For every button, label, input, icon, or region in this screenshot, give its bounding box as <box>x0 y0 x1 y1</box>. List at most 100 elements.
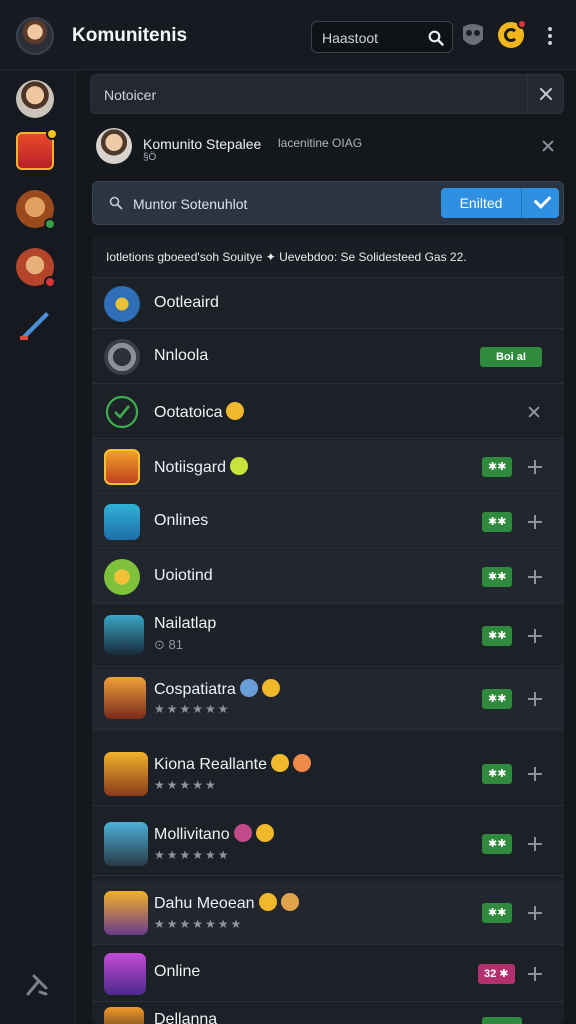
add-icon[interactable] <box>528 906 542 920</box>
add-icon[interactable] <box>528 692 542 706</box>
list-item-title: Ootleaird <box>154 294 219 311</box>
list-item-title: Nnloola <box>154 347 209 364</box>
list-item[interactable]: Onlines ✱✱ <box>92 495 564 549</box>
star-rating: ★★★★★★ <box>154 848 231 862</box>
add-icon[interactable] <box>528 767 542 781</box>
add-icon[interactable] <box>528 837 542 851</box>
star-rating: ★★★★★ <box>154 778 218 792</box>
list-item[interactable]: Ootatoica <box>92 385 564 439</box>
status-badge: 32 ✱ <box>478 964 515 984</box>
add-icon[interactable] <box>528 629 542 643</box>
filter-bar[interactable]: Muntor Sotenuhlot Enilted <box>92 181 564 225</box>
search-box[interactable] <box>311 21 453 53</box>
add-icon[interactable] <box>528 967 542 981</box>
search-icon[interactable] <box>428 30 444 46</box>
rail-avatar-2[interactable] <box>16 190 56 230</box>
add-icon[interactable] <box>528 515 542 529</box>
emoji-icon <box>239 679 258 697</box>
emoji-icon <box>258 893 277 911</box>
emoji-icon <box>261 679 280 697</box>
list-item-title: Dellanna <box>154 1011 218 1024</box>
notification-icon[interactable] <box>498 19 527 48</box>
profile-meta: lacenitine OIAG <box>278 136 363 150</box>
list-item[interactable]: Notiisgard ✱✱ <box>92 440 564 494</box>
add-icon[interactable] <box>528 460 542 474</box>
filter-enable-button[interactable]: Enilted <box>441 188 521 218</box>
user-avatar[interactable] <box>16 17 54 55</box>
rail-avatar-3[interactable] <box>16 248 56 288</box>
emoji-icon <box>270 754 289 772</box>
list-item[interactable]: Online 32 ✱ <box>92 946 564 1002</box>
emoji-icon <box>230 457 249 475</box>
filter-text: Muntor Sotenuhlot <box>133 196 248 212</box>
list-item-title: Cospatiatra <box>154 679 280 699</box>
notification-dot <box>517 19 527 29</box>
list-item-title: Nailatlap <box>154 615 217 632</box>
emoji-icon <box>233 824 252 842</box>
notice-bar: Notoicer <box>90 74 564 114</box>
game-list: Iotletions ɡboeed'soh Souitye ✦ Uevebdoo… <box>92 236 564 1024</box>
mask-icon[interactable] <box>459 21 487 51</box>
profile-avatar[interactable] <box>96 128 132 164</box>
game-icon <box>104 615 144 655</box>
list-item-title: Kiona Reallante <box>154 754 311 774</box>
list-item[interactable]: Uoiotind ✱✱ <box>92 550 564 604</box>
game-icon <box>104 559 140 595</box>
game-icon <box>104 449 140 485</box>
notice-close-button[interactable] <box>527 75 563 113</box>
list-item[interactable]: Mollivitano ★★★★★★ ✱✱ <box>92 812 564 876</box>
status-badge: Boi aI <box>480 347 542 367</box>
game-icon <box>104 286 140 322</box>
list-item[interactable]: Cospatiatra ★★★★★★ ✱✱ <box>92 668 564 730</box>
add-icon[interactable] <box>528 570 542 584</box>
list-item[interactable]: Nnloola Boi aI <box>92 330 564 384</box>
profile-close-icon[interactable] <box>542 140 554 152</box>
status-badge: ✱✱ <box>482 457 513 477</box>
check-circle-icon <box>105 395 139 429</box>
game-icon <box>104 1007 144 1024</box>
close-icon[interactable] <box>539 87 553 101</box>
status-badge: ✱✱ <box>482 903 513 923</box>
list-item[interactable]: Dellanna <box>92 1003 564 1024</box>
left-rail <box>0 70 76 1024</box>
search-input[interactable] <box>322 30 422 46</box>
game-icon <box>104 504 140 540</box>
list-item-title: Dahu Meoean <box>154 893 299 913</box>
emoji-icon <box>226 402 245 420</box>
list-item[interactable]: Ootleaird <box>92 279 564 329</box>
game-icon <box>104 953 146 995</box>
list-item-title: Ootatoica <box>154 402 245 422</box>
list-item[interactable]: Dahu Meoean ★★★★★★★ ✱✱ <box>92 881 564 945</box>
main-panel: Notoicer Komunito Stepalee §Ö lacenitine… <box>90 72 566 1024</box>
status-badge: ✱✱ <box>482 512 513 532</box>
filter-confirm-button[interactable] <box>521 188 559 218</box>
status-badge: ✱✱ <box>482 764 513 784</box>
list-item[interactable]: Nailatlap ⊙ 81 ✱✱ <box>92 605 564 667</box>
rail-blade-icon[interactable] <box>16 306 54 344</box>
star-rating: ★★★★★★ <box>154 702 231 716</box>
list-item-title: Onlines <box>154 512 209 529</box>
rail-game-icon-1[interactable] <box>16 128 58 170</box>
top-bar: Komunitenis <box>0 0 576 70</box>
status-badge: ✱✱ <box>482 567 513 587</box>
rail-settings-icon[interactable] <box>24 972 50 998</box>
list-item-title: Mollivitano <box>154 824 274 844</box>
game-icon <box>104 752 148 796</box>
game-icon <box>104 891 148 935</box>
profile-row[interactable]: Komunito Stepalee §Ö lacenitine OIAG <box>90 120 564 180</box>
profile-name: Komunito Stepalee <box>143 136 262 152</box>
emoji-icon <box>280 893 299 911</box>
game-icon <box>104 339 140 375</box>
status-badge: ✱✱ <box>482 626 513 646</box>
list-item-title: Uoiotind <box>154 567 213 584</box>
list-header: Iotletions ɡboeed'soh Souitye ✦ Uevebdoo… <box>92 236 564 278</box>
app-title: Komunitenis <box>72 25 188 46</box>
rail-avatar-profile[interactable] <box>16 80 54 118</box>
remove-icon[interactable] <box>528 406 540 418</box>
more-menu-icon[interactable] <box>540 24 560 48</box>
game-icon <box>104 822 148 866</box>
emoji-icon <box>292 754 311 772</box>
list-item[interactable]: Kiona Reallante ★★★★★ ✱✱ <box>92 742 564 806</box>
list-header-text: Iotletions ɡboeed'soh Souitye ✦ Uevebdoo… <box>106 250 467 264</box>
list-item-title: Notiisgard <box>154 457 249 477</box>
